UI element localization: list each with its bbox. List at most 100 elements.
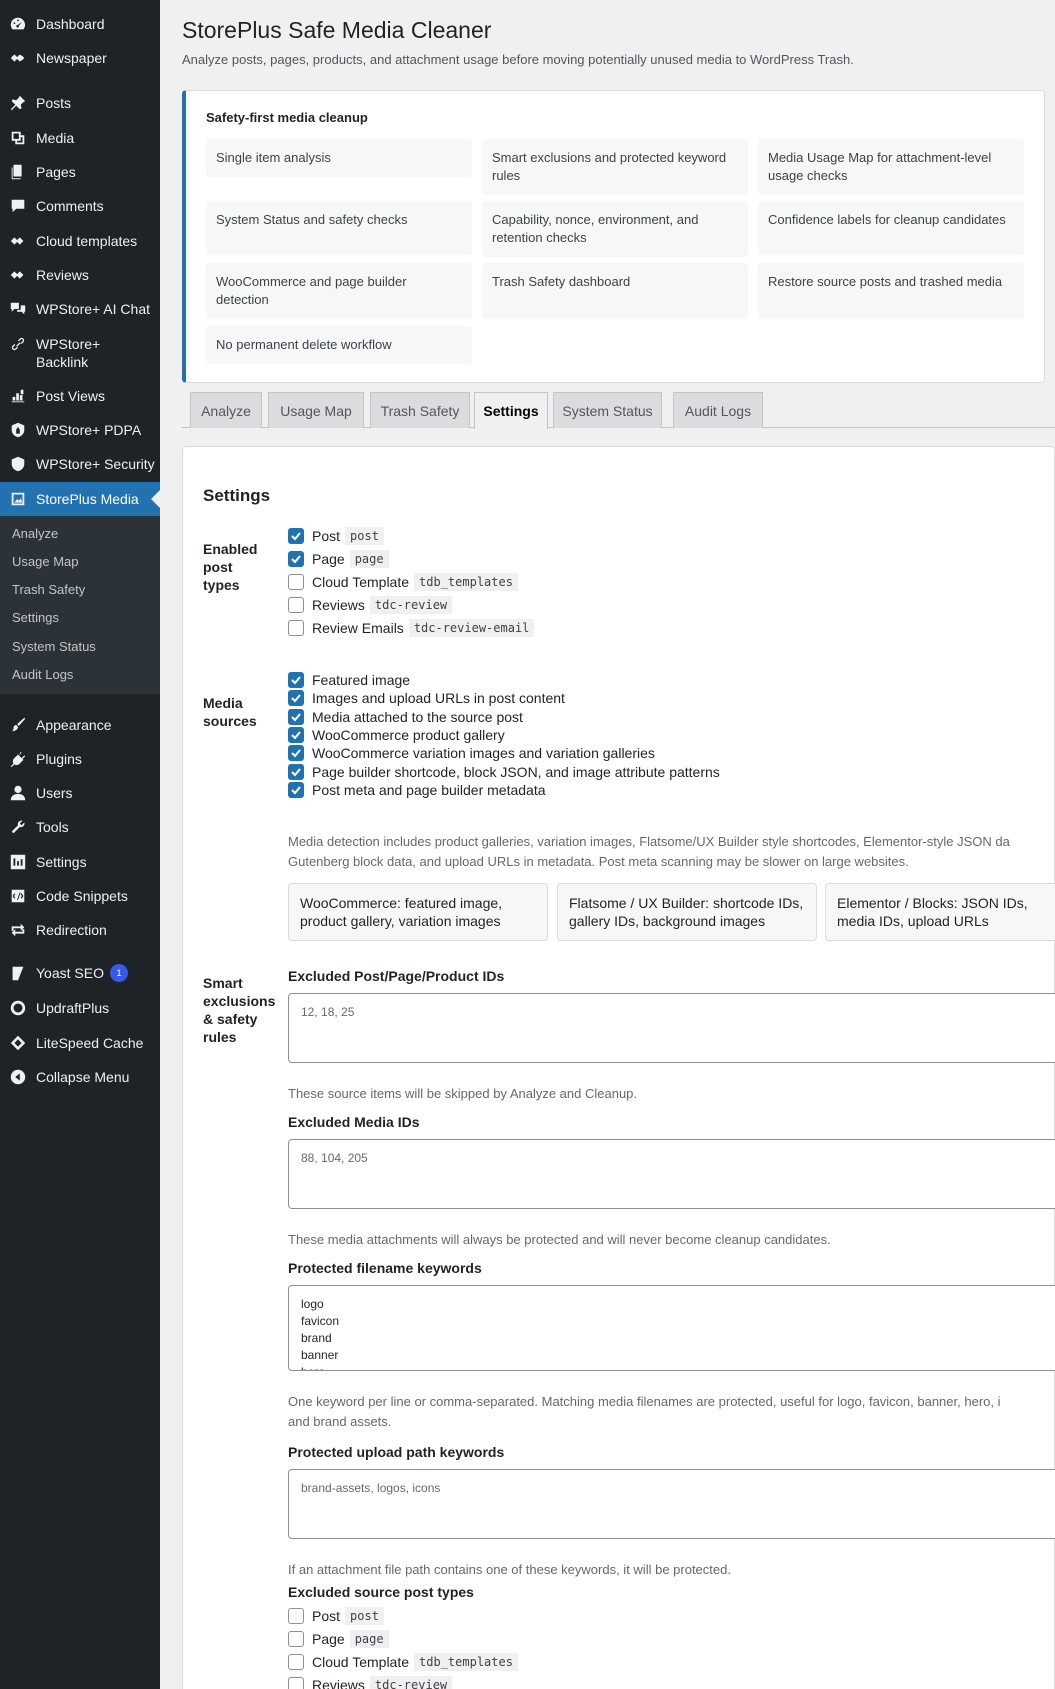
checkbox[interactable] xyxy=(288,1654,304,1670)
pages-icon xyxy=(8,163,28,181)
keyword-line: brand xyxy=(301,1331,332,1345)
sidebar-item-label: Post Views xyxy=(36,388,105,404)
sidebar-item-newspaper[interactable]: Newspaper xyxy=(0,49,160,67)
sidebar-item-label: Plugins xyxy=(36,751,82,767)
checkbox-label: Featured image xyxy=(312,672,411,688)
media-sources-label: Media sources xyxy=(203,695,257,729)
feature-item: Trash Safety dashboard xyxy=(482,263,748,319)
submenu-audit-logs[interactable]: Audit Logs xyxy=(12,667,73,682)
checkmark-icon xyxy=(291,694,301,703)
media-source-row[interactable]: WooCommerce product gallery xyxy=(288,726,505,743)
sidebar-item-code-snippets[interactable]: Code Snippets xyxy=(0,887,160,905)
submenu-usage-map[interactable]: Usage Map xyxy=(12,554,78,569)
checkbox[interactable] xyxy=(288,708,304,725)
sidebar-item-updraftplus[interactable]: UpdraftPlus xyxy=(0,999,160,1017)
feature-item: No permanent delete workflow xyxy=(206,326,472,364)
excluded-media-textarea[interactable]: 88, 104, 205 xyxy=(288,1139,1055,1209)
sidebar-item-cloud-templates[interactable]: Cloud templates xyxy=(0,232,160,250)
storeplus-submenu: Analyze Usage Map Trash Safety Settings … xyxy=(0,516,160,694)
sidebar-item-label: Yoast SEO xyxy=(36,965,104,981)
checkbox[interactable] xyxy=(288,1631,304,1647)
checkbox[interactable] xyxy=(288,574,304,590)
brush-icon xyxy=(8,716,28,734)
sidebar-item-reviews[interactable]: Reviews xyxy=(0,266,160,284)
media-source-row[interactable]: Page builder shortcode, block JSON, and … xyxy=(288,763,720,780)
protected-paths-textarea[interactable]: brand-assets, logos, icons xyxy=(288,1469,1055,1539)
checkbox[interactable] xyxy=(288,1677,304,1689)
submenu-analyze[interactable]: Analyze xyxy=(12,526,58,541)
dashboard-icon xyxy=(8,15,28,33)
lock-icon xyxy=(8,421,28,439)
checkbox[interactable] xyxy=(288,763,304,780)
sidebar-item-redirection[interactable]: Redirection xyxy=(0,921,160,939)
sidebar-item-ai-chat[interactable]: WPStore+ AI Chat xyxy=(0,300,160,318)
checkbox[interactable] xyxy=(288,726,304,743)
post-type-row[interactable]: Review Emails tdc-review-email xyxy=(288,619,535,637)
sidebar-item-litespeed[interactable]: LiteSpeed Cache xyxy=(0,1034,160,1052)
post-type-row[interactable]: Cloud Template tdb_templates xyxy=(288,573,518,591)
submenu-system-status[interactable]: System Status xyxy=(12,639,96,654)
sidebar-item-security[interactable]: WPStore+ Security xyxy=(0,455,160,473)
sidebar-item-posts[interactable]: Posts xyxy=(0,94,160,112)
checkbox-label: Media attached to the source post xyxy=(312,708,523,725)
tab-system-status[interactable]: System Status xyxy=(553,392,662,428)
sidebar-item-label: Cloud templates xyxy=(36,233,138,249)
media-source-row[interactable]: WooCommerce variation images and variati… xyxy=(288,745,655,762)
checkbox[interactable] xyxy=(288,620,304,636)
feature-item: Smart exclusions and protected keyword r… xyxy=(482,139,748,195)
post-type-slug: post xyxy=(345,1607,384,1625)
tab-audit-logs[interactable]: Audit Logs xyxy=(673,392,763,428)
sidebar-item-dashboard[interactable]: Dashboard xyxy=(0,15,160,33)
checkbox[interactable] xyxy=(288,672,304,688)
post-type-slug: page xyxy=(349,1630,389,1648)
checkbox[interactable] xyxy=(288,745,304,762)
tab-settings[interactable]: Settings xyxy=(474,392,548,429)
media-source-row[interactable]: Media attached to the source post xyxy=(288,708,523,725)
checkbox[interactable] xyxy=(288,1608,304,1624)
sidebar-item-media[interactable]: Media xyxy=(0,129,160,147)
sidebar-item-pages[interactable]: Pages xyxy=(0,163,160,181)
tab-usage-map[interactable]: Usage Map xyxy=(268,392,364,428)
excluded-source-type-row[interactable]: Cloud Template tdb_templates xyxy=(288,1653,518,1671)
sidebar-item-plugins[interactable]: Plugins xyxy=(0,750,160,768)
excluded-source-type-row[interactable]: Page page xyxy=(288,1630,389,1648)
sidebar-item-users[interactable]: Users xyxy=(0,784,160,802)
checkbox[interactable] xyxy=(288,690,304,707)
media-source-row[interactable]: Post meta and page builder metadata xyxy=(288,781,546,798)
sidebar-item-post-views[interactable]: Post Views xyxy=(0,387,160,405)
collapse-menu-button[interactable]: Collapse Menu xyxy=(0,1068,160,1086)
settings-heading: Settings xyxy=(203,486,271,505)
post-type-row[interactable]: Page page xyxy=(288,550,389,568)
sidebar-item-appearance[interactable]: Appearance xyxy=(0,716,160,734)
sidebar-item-tools[interactable]: Tools xyxy=(0,818,160,836)
excluded-source-type-row[interactable]: Reviews tdc-review xyxy=(288,1676,453,1689)
excluded-source-type-row[interactable]: Post post xyxy=(288,1607,384,1625)
sidebar-item-comments[interactable]: Comments xyxy=(0,197,160,215)
checkbox[interactable] xyxy=(288,551,304,567)
media-source-row[interactable]: Images and upload URLs in post content xyxy=(288,690,565,707)
checkbox[interactable] xyxy=(288,528,304,544)
updraft-icon xyxy=(8,999,28,1017)
protected-paths-help: If an attachment file path contains one … xyxy=(288,1562,731,1577)
collapse-icon xyxy=(8,1068,28,1086)
sidebar-item-label: WPStore+ Backlink xyxy=(36,336,101,370)
sidebar-item-yoast[interactable]: Yoast SEO 1 xyxy=(0,964,160,982)
protected-keywords-textarea[interactable]: logo favicon brand banner hero xyxy=(288,1285,1055,1371)
sidebar-item-pdpa[interactable]: WPStore+ PDPA xyxy=(0,421,160,439)
sidebar-item-label: Users xyxy=(36,785,73,801)
post-type-row[interactable]: Post post xyxy=(288,527,384,545)
sidebar-item-backlink[interactable]: WPStore+ Backlink xyxy=(0,335,150,371)
media-source-row[interactable]: Featured image xyxy=(288,672,410,688)
checkbox[interactable] xyxy=(288,781,304,798)
checkmark-icon xyxy=(291,786,301,795)
tab-trash-safety[interactable]: Trash Safety xyxy=(370,392,470,428)
source-card-woocommerce: WooCommerce: featured image, product gal… xyxy=(288,883,548,941)
submenu-trash-safety[interactable]: Trash Safety xyxy=(12,582,85,597)
excluded-ids-textarea[interactable]: 12, 18, 25 xyxy=(288,993,1055,1063)
sidebar-item-storeplus-media[interactable]: StorePlus Media xyxy=(0,482,160,516)
submenu-settings[interactable]: Settings xyxy=(12,610,59,625)
sidebar-item-settings[interactable]: Settings xyxy=(0,853,160,871)
checkbox[interactable] xyxy=(288,597,304,613)
tab-analyze[interactable]: Analyze xyxy=(190,392,262,428)
post-type-row[interactable]: Reviews tdc-review xyxy=(288,596,453,614)
